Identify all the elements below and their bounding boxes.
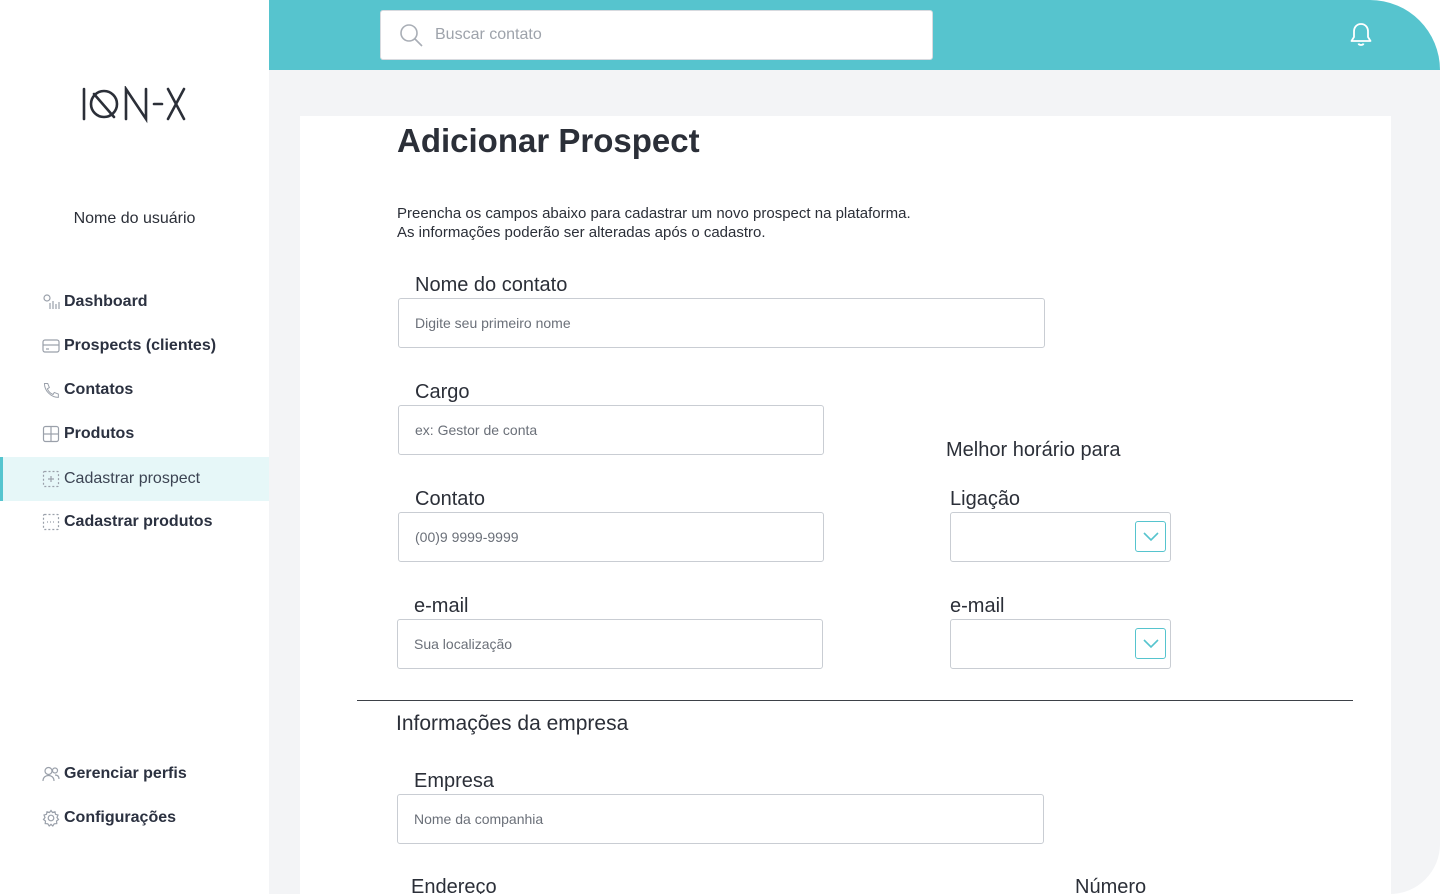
search-icon (400, 24, 423, 47)
sidebar-item-label: Produtos (64, 425, 135, 442)
sidebar-item-label: Configurações (64, 809, 177, 826)
email-horario-select[interactable] (950, 619, 1171, 669)
phone-icon (42, 381, 60, 399)
contato-field[interactable] (398, 512, 824, 562)
melhor-horario-title: Melhor horário para (946, 439, 1121, 461)
description-line-2: As informações poderão ser alteradas apó… (397, 224, 766, 241)
cargo-label: Cargo (415, 381, 470, 403)
scan-frame-icon (42, 513, 60, 531)
ligacao-select[interactable] (950, 512, 1171, 562)
sidebar-item-cadastrar-prospect[interactable]: Cadastrar prospect (0, 457, 269, 501)
username: Nome do usuário (73, 210, 196, 227)
bell-icon[interactable] (1348, 22, 1374, 48)
ligacao-label: Ligação (950, 488, 1021, 510)
email-input[interactable] (398, 620, 822, 668)
card-icon (42, 337, 60, 355)
cargo-field[interactable] (398, 405, 824, 455)
search-bar[interactable] (380, 10, 933, 60)
topbar (269, 0, 1440, 70)
numero-label: Número (1075, 876, 1147, 894)
sidebar-item-label: Cadastrar produtos (64, 513, 213, 530)
empresa-input[interactable] (398, 795, 1043, 843)
contato-label: Contato (415, 488, 486, 510)
sidebar-item-contatos[interactable]: Contatos (0, 368, 269, 412)
gear-icon (42, 809, 60, 827)
sidebar-item-label: Contatos (64, 381, 134, 398)
empresa-section-title: Informações da empresa (396, 712, 629, 735)
page-description: Preencha os campos abaixo para cadastrar… (397, 204, 911, 242)
section-divider (357, 700, 1353, 701)
dashboard-icon (42, 293, 60, 311)
sidebar-item-prospects[interactable]: Prospects (clientes) (0, 324, 269, 368)
cargo-input[interactable] (399, 406, 823, 454)
sidebar: Nome do usuário Dashboard Prospects (cli… (0, 0, 269, 894)
nome-field[interactable] (398, 298, 1045, 348)
ion-x-logo (82, 86, 186, 124)
page-title: Adicionar Prospect (397, 122, 700, 159)
search-input[interactable] (435, 26, 915, 44)
contato-input[interactable] (399, 513, 823, 561)
email-horario-label: e-mail (950, 595, 1005, 617)
sidebar-item-label: Prospects (clientes) (64, 337, 217, 354)
nome-input[interactable] (399, 299, 1044, 347)
sidebar-item-gerenciar-perfis[interactable]: Gerenciar perfis (0, 752, 269, 796)
empresa-field[interactable] (397, 794, 1044, 844)
description-line-1: Preencha os campos abaixo para cadastrar… (397, 205, 911, 222)
empresa-label: Empresa (414, 770, 495, 792)
chevron-down-icon[interactable] (1135, 628, 1166, 659)
grid-icon (42, 425, 60, 443)
sidebar-item-label: Gerenciar perfis (64, 765, 187, 782)
sidebar-item-label: Cadastrar prospect (64, 470, 201, 487)
sidebar-item-label: Dashboard (64, 293, 148, 310)
sidebar-item-cadastrar-produtos[interactable]: Cadastrar produtos (0, 500, 269, 544)
sidebar-item-produtos[interactable]: Produtos (0, 412, 269, 456)
users-icon (42, 765, 60, 783)
sidebar-item-configuracoes[interactable]: Configurações (0, 796, 269, 840)
email-field[interactable] (397, 619, 823, 669)
chevron-down-icon[interactable] (1135, 521, 1166, 552)
sidebar-item-dashboard[interactable]: Dashboard (0, 280, 269, 324)
email-label: e-mail (414, 595, 469, 617)
endereco-label: Endereço (411, 876, 497, 894)
add-frame-icon (42, 470, 60, 488)
nome-label: Nome do contato (415, 274, 568, 296)
